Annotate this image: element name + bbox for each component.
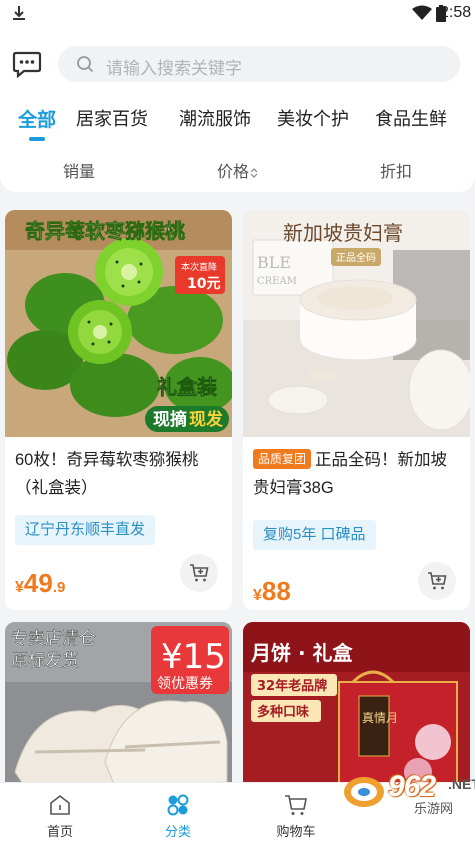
sneaker-image: 专卖店清仓 原标发货 ¥15 领优惠券 <box>5 622 232 802</box>
gift-box-label: 礼盒装 <box>157 375 217 399</box>
product-card[interactable]: 本次直降 10元 奇异莓软枣猕猴桃 礼盒装 现摘 现发 60枚！奇异莓软枣猕猴桃… <box>5 210 232 610</box>
cream-image: BLE CREAM 新加坡贵妇膏 正品全码 <box>243 210 470 437</box>
product-image[interactable]: 专卖店清仓 原标发货 ¥15 领优惠券 <box>5 622 232 802</box>
coupon-label: 领优惠券 <box>157 676 213 692</box>
shopping-cart-icon <box>285 795 307 815</box>
product-image[interactable]: BLE CREAM 新加坡贵妇膏 正品全码 <box>243 210 470 437</box>
price-integer: 49 <box>23 568 53 598</box>
search-placeholder: 请输入搜索关键字 <box>106 59 242 78</box>
sort-arrows-icon <box>250 167 258 178</box>
wifi-icon <box>412 5 432 20</box>
nav-home-label: 首页 <box>46 824 73 839</box>
seller-badge: 复购5年 口碑品 <box>253 520 376 550</box>
image-badge: 正品全码 <box>336 251 376 264</box>
sort-bar: 销量 价格 折扣 <box>0 152 475 184</box>
watermark-suffix: .NET <box>448 776 475 792</box>
cart-add-icon <box>190 564 209 582</box>
price-currency: ¥ <box>253 587 262 604</box>
watermark: 962 .NET 乐游网 <box>336 768 475 816</box>
jar-label: CREAM <box>257 276 297 287</box>
sort-price[interactable]: 价格 <box>217 158 258 182</box>
status-time: 2:58 <box>440 4 472 21</box>
product-title[interactable]: 60枚！奇异莓软枣猕猴桃（礼盒装） <box>15 446 220 502</box>
nav-home[interactable]: 首页 <box>20 783 100 844</box>
price-decimal: .9 <box>52 579 66 596</box>
status-bar: 2:58 <box>0 0 475 28</box>
image-caption: 新加坡贵妇膏 <box>283 221 403 245</box>
home-icon <box>50 794 70 815</box>
search-row: 请输入搜索关键字 <box>0 42 475 86</box>
price-currency: ¥ <box>15 579 24 596</box>
svg-text:BLE: BLE <box>257 253 291 272</box>
product-price: ¥49.9 <box>15 568 65 599</box>
nav-cart[interactable]: 购物车 <box>256 783 336 844</box>
product-card[interactable]: 专卖店清仓 原标发货 ¥15 领优惠券 <box>5 622 232 802</box>
box-label: 真情月 <box>362 711 398 725</box>
nav-category[interactable]: 分类 <box>138 783 218 844</box>
sort-sales[interactable]: 销量 <box>63 158 95 182</box>
search-icon <box>77 56 94 73</box>
kiwi-image: 本次直降 10元 奇异莓软枣猕猴桃 礼盒装 现摘 现发 <box>5 210 232 437</box>
ship-label: 现发 <box>189 409 224 430</box>
nav-cart-label: 购物车 <box>276 824 316 839</box>
header-panel: 2:58 请输入搜索关键字 全部 居家百货 潮流服饰 美妆个护 食品生鲜 销量 … <box>0 0 475 192</box>
quality-tag: 品质复团 <box>253 449 312 469</box>
search-input[interactable]: 请输入搜索关键字 <box>58 46 460 82</box>
price-integer: 88 <box>261 576 291 606</box>
image-caption: 奇异莓软枣猕猴桃 <box>25 219 185 243</box>
product-image[interactable]: 本次直降 10元 奇异莓软枣猕猴桃 礼盒装 现摘 现发 <box>5 210 232 437</box>
active-tab-indicator <box>29 137 45 141</box>
brand-ribbon: 32年老品牌 <box>257 678 327 694</box>
product-card[interactable]: BLE CREAM 新加坡贵妇膏 正品全码 品质复团 正品全码！新加坡贵妇膏38G… <box>243 210 470 610</box>
price-drop-badge-line2: 10元 <box>187 276 220 292</box>
tab-beauty[interactable]: 美妆个护 <box>277 105 349 131</box>
flavor-ribbon: 多种口味 <box>257 704 309 720</box>
tab-food[interactable]: 食品生鲜 <box>375 105 447 131</box>
seller-badge: 辽宁丹东顺丰直发 <box>15 515 156 545</box>
coupon-value: ¥15 <box>161 637 226 677</box>
cart-add-icon <box>428 572 447 590</box>
sort-discount[interactable]: 折扣 <box>380 158 412 182</box>
image-caption-1: 专卖店清仓 <box>11 629 96 649</box>
product-title[interactable]: 品质复团 正品全码！新加坡贵妇膏38G <box>253 446 458 502</box>
watermark-sub: 乐游网 <box>414 801 454 816</box>
product-price: ¥88 <box>253 576 291 607</box>
message-icon[interactable] <box>12 50 42 78</box>
sort-price-label: 价格 <box>217 164 250 181</box>
fresh-label: 现摘 <box>153 409 187 430</box>
tab-home-goods[interactable]: 居家百货 <box>76 105 148 131</box>
download-icon <box>13 6 25 20</box>
category-icon <box>167 794 189 816</box>
price-drop-badge-line1: 本次直降 <box>181 261 217 273</box>
nav-category-label: 分类 <box>164 824 191 839</box>
image-caption-2: 原标发货 <box>11 651 79 671</box>
category-tabs: 全部 居家百货 潮流服饰 美妆个护 食品生鲜 <box>0 100 475 144</box>
tab-fashion[interactable]: 潮流服饰 <box>179 105 251 131</box>
add-to-cart-button[interactable] <box>418 562 456 600</box>
image-caption: 月饼 · 礼盒 <box>250 641 354 665</box>
watermark-logo-icon <box>344 777 384 807</box>
add-to-cart-button[interactable] <box>180 554 218 592</box>
tab-all[interactable]: 全部 <box>18 105 56 132</box>
